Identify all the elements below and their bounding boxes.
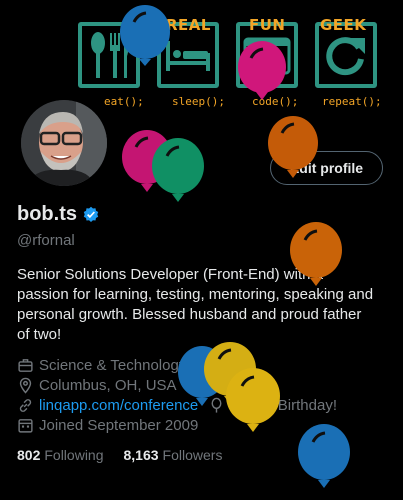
location-pin-icon — [19, 377, 32, 394]
meta-category: Science & Technology — [17, 357, 186, 374]
balloon-blue-icon — [120, 5, 170, 66]
briefcase-icon — [18, 359, 33, 372]
profile-link[interactable]: linqapp.com/conference — [39, 397, 198, 414]
meta-joined: Joined September 2009 — [17, 417, 198, 434]
balloon-green-icon — [152, 138, 204, 202]
handle: @rfornal — [17, 232, 75, 249]
banner-title-real: REAL — [166, 16, 211, 34]
banner-title-geek: GEEK — [320, 16, 367, 34]
link-icon — [19, 399, 32, 412]
avatar[interactable] — [18, 97, 110, 189]
banner-caption-repeat: repeat(); — [322, 95, 382, 108]
category-text: Science & Technology — [39, 357, 187, 374]
meta-location: Columbus, OH, USA — [17, 377, 177, 394]
display-name: bob.ts — [17, 203, 77, 225]
location-text: Columbus, OH, USA — [39, 377, 177, 394]
profile-photo — [21, 100, 107, 186]
name-row: bob.ts — [17, 203, 100, 226]
calendar-icon — [18, 419, 33, 433]
balloon-orange-icon — [290, 222, 342, 286]
banner-title-fun: FUN — [249, 16, 286, 34]
followers-count[interactable]: 8,163 — [124, 447, 159, 463]
repeat-icon — [326, 37, 365, 76]
following-count[interactable]: 802 — [17, 447, 40, 463]
followers-label[interactable]: Followers — [163, 447, 223, 463]
follow-stats: 802 Following 8,163 Followers — [17, 447, 242, 463]
following-label[interactable]: Following — [44, 447, 103, 463]
balloon-orange-icon — [268, 116, 318, 178]
balloon-magenta-icon — [238, 41, 286, 100]
verified-badge-icon[interactable] — [82, 206, 100, 224]
joined-text: Joined September 2009 — [39, 417, 199, 434]
banner-caption-sleep: sleep(); — [172, 95, 225, 108]
balloon-blue-icon — [298, 424, 350, 488]
banner-caption-eat: eat(); — [104, 95, 144, 108]
balloon-yellow-icon — [226, 368, 280, 432]
